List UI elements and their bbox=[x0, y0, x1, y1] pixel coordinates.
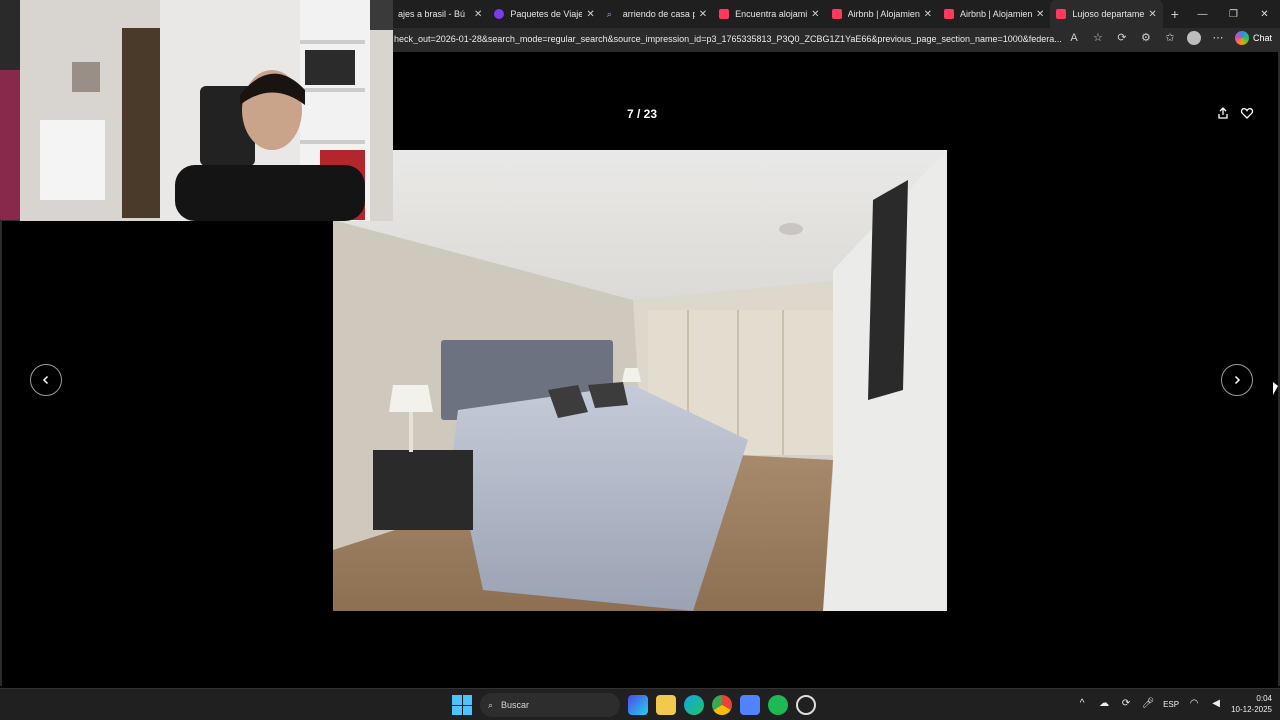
search-placeholder: Buscar bbox=[501, 700, 530, 710]
system-tray: ^ ☁ ⟳ 🎤︎ ESP ◠ ◀ 0:04 10-12-2025 bbox=[1075, 693, 1272, 715]
browser-tab-active[interactable]: Lujoso departament ✕ bbox=[1050, 0, 1163, 28]
windows-start-icon[interactable] bbox=[452, 695, 472, 715]
close-window-icon[interactable]: ✕ bbox=[1249, 9, 1280, 20]
airbnb-favicon-icon bbox=[719, 9, 730, 19]
volume-icon[interactable]: ◀ bbox=[1209, 697, 1223, 711]
webcam-feed-image bbox=[0, 0, 393, 221]
taskbar-apps: ⌕ Buscar bbox=[452, 693, 816, 717]
airbnb-favicon-icon bbox=[943, 9, 954, 19]
close-tab-icon[interactable]: ✕ bbox=[1148, 9, 1156, 20]
browser-tab[interactable]: Encuentra alojamien ✕ bbox=[713, 0, 825, 28]
language-indicator[interactable]: ESP bbox=[1163, 700, 1179, 709]
taskbar-search-box[interactable]: ⌕ Buscar bbox=[480, 693, 620, 717]
extensions-icon[interactable]: ⚙ bbox=[1139, 31, 1153, 45]
shield-app-icon[interactable] bbox=[740, 695, 760, 715]
search-favicon-icon: ⌕ bbox=[606, 9, 612, 19]
tab-label: Encuentra alojamien bbox=[735, 9, 807, 19]
tab-label: Paquetes de Viajes bbox=[510, 9, 583, 19]
close-tab-icon[interactable]: ✕ bbox=[586, 9, 594, 20]
clock-time: 0:04 bbox=[1256, 694, 1272, 703]
more-menu-icon[interactable]: ⋯ bbox=[1211, 31, 1225, 45]
chevron-left-icon bbox=[42, 375, 49, 385]
tab-label: Airbnb | Alojamiento bbox=[959, 9, 1032, 19]
minimize-icon[interactable]: — bbox=[1187, 9, 1218, 20]
url-field[interactable]: heck_out=2026-01-28&search_mode=regular_… bbox=[394, 34, 1062, 44]
airbnb-favicon-icon bbox=[1056, 9, 1067, 19]
heart-save-icon[interactable] bbox=[1240, 106, 1254, 120]
site-favicon-icon bbox=[494, 9, 505, 19]
windows-taskbar: ⌕ Buscar ^ ☁ ⟳ 🎤︎ ESP ◠ ◀ 0:04 10-12-202… bbox=[0, 688, 1280, 720]
close-tab-icon[interactable]: ✕ bbox=[811, 9, 819, 20]
copilot-icon bbox=[1234, 31, 1249, 45]
listing-photo bbox=[333, 150, 947, 611]
browser-tab[interactable]: ⌕ arriendo de casa po ✕ bbox=[601, 0, 713, 28]
webcam-overlay bbox=[0, 0, 393, 221]
next-photo-button[interactable] bbox=[1221, 364, 1253, 396]
tab-label: Airbnb | Alojamiento bbox=[847, 9, 920, 19]
system-clock[interactable]: 0:04 10-12-2025 bbox=[1231, 693, 1272, 715]
wifi-icon[interactable]: ◠ bbox=[1187, 697, 1201, 711]
photo-counter: 7 / 23 bbox=[626, 107, 658, 121]
bedroom-photo-image bbox=[333, 150, 947, 611]
file-explorer-icon[interactable] bbox=[656, 695, 676, 715]
copilot-app-icon[interactable] bbox=[628, 695, 648, 715]
refresh-icon[interactable]: ⟳ bbox=[1115, 31, 1129, 45]
favorites-icon[interactable]: ✩ bbox=[1163, 31, 1177, 45]
close-tab-icon[interactable]: ✕ bbox=[699, 9, 707, 20]
sync-icon[interactable]: ⟳ bbox=[1119, 697, 1133, 711]
browser-tab[interactable]: Airbnb | Alojamiento ✕ bbox=[826, 0, 938, 28]
read-aloud-icon[interactable]: A bbox=[1067, 31, 1081, 45]
close-tab-icon[interactable]: ✕ bbox=[924, 9, 932, 20]
chevron-up-icon[interactable]: ^ bbox=[1075, 697, 1089, 711]
share-icon[interactable] bbox=[1216, 106, 1230, 120]
chevron-right-icon bbox=[1234, 375, 1241, 385]
favorite-star-icon[interactable]: ☆ bbox=[1091, 31, 1105, 45]
new-tab-icon[interactable]: + bbox=[1171, 6, 1179, 22]
tab-label: arriendo de casa po bbox=[622, 9, 695, 19]
chrome-browser-icon[interactable] bbox=[712, 695, 732, 715]
profile-avatar-icon[interactable] bbox=[1186, 31, 1201, 45]
cloud-icon[interactable]: ☁ bbox=[1097, 697, 1111, 711]
browser-tab[interactable]: ajes a brasil - Bú ✕ bbox=[392, 0, 488, 28]
window-controls: — ❐ ✕ bbox=[1187, 0, 1280, 28]
spotify-icon[interactable] bbox=[768, 695, 788, 715]
browser-tab[interactable]: Airbnb | Alojamiento ✕ bbox=[938, 0, 1050, 28]
tab-label: Lujoso departament bbox=[1072, 9, 1145, 19]
settings-gear-icon[interactable] bbox=[796, 695, 816, 715]
copilot-chat-button[interactable]: Chat bbox=[1234, 31, 1272, 45]
edge-browser-icon[interactable] bbox=[684, 695, 704, 715]
search-icon: ⌕ bbox=[488, 699, 494, 710]
browser-toolbar: A ☆ ⟳ ⚙ ✩ ⋯ Chat bbox=[1067, 31, 1272, 45]
previous-photo-button[interactable] bbox=[30, 364, 62, 396]
close-tab-icon[interactable]: ✕ bbox=[1036, 9, 1044, 20]
chat-label: Chat bbox=[1252, 33, 1272, 43]
clock-date: 10-12-2025 bbox=[1231, 705, 1272, 714]
browser-tab[interactable]: Paquetes de Viajes ✕ bbox=[488, 0, 600, 28]
microphone-icon[interactable]: 🎤︎ bbox=[1141, 697, 1155, 711]
close-tab-icon[interactable]: ✕ bbox=[474, 9, 482, 20]
mouse-cursor-icon bbox=[1273, 382, 1278, 395]
maximize-icon[interactable]: ❐ bbox=[1218, 9, 1249, 20]
tab-label: ajes a brasil - Bú bbox=[398, 9, 466, 19]
airbnb-favicon-icon bbox=[831, 9, 842, 19]
